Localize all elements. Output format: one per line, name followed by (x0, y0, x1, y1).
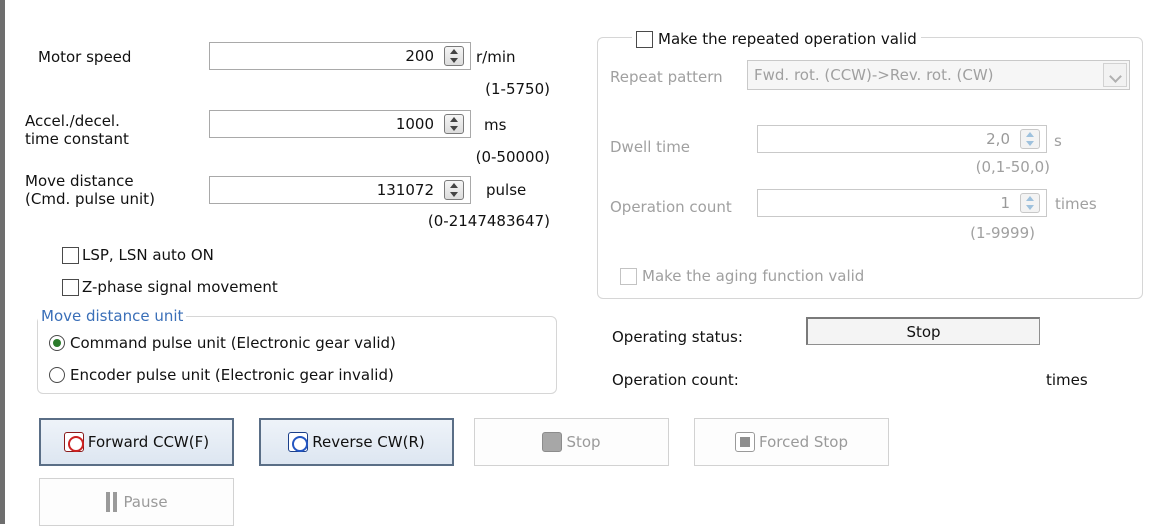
forced-stop-icon (735, 432, 755, 452)
repeat-pattern-select[interactable]: Fwd. rot. (CCW)->Rev. rot. (CW) (747, 60, 1130, 90)
operation-count-unit: times (1046, 371, 1088, 389)
aging-checkbox-row[interactable]: Make the aging function valid (620, 267, 864, 285)
pause-button[interactable]: Pause (39, 478, 234, 526)
operating-status-value: Stop (906, 322, 941, 341)
dwell-time-field[interactable]: 2,0 (757, 125, 1047, 153)
forced-stop-label: Forced Stop (759, 433, 848, 451)
aging-checkbox[interactable] (620, 267, 637, 285)
operation-count-field-range: (1-9999) (970, 224, 1035, 242)
operating-status-label: Operating status: (612, 328, 743, 346)
radio-encoder-pulse-dot[interactable] (49, 367, 65, 383)
move-distance-spinner[interactable] (444, 180, 464, 200)
accel-field[interactable]: 1000 (209, 110, 471, 138)
operation-count-label: Operation count: (612, 371, 739, 389)
repeat-checkbox-label: Make the repeated operation valid (658, 30, 917, 48)
radio-command-pulse-label: Command pulse unit (Electronic gear vali… (70, 334, 396, 352)
motor-speed-spinner[interactable] (444, 46, 464, 66)
move-distance-unit-title: Move distance unit (38, 307, 187, 325)
move-distance-unit: pulse (486, 181, 527, 199)
accel-range: (0-50000) (475, 148, 550, 166)
operation-count-spinner[interactable] (1020, 193, 1040, 213)
chevron-down-icon[interactable] (1103, 63, 1127, 87)
lsp-checkbox[interactable] (62, 246, 79, 264)
forward-ccw-label: Forward CCW(F) (87, 433, 210, 451)
accel-unit: ms (484, 116, 507, 134)
operating-status-box: Stop (806, 317, 1040, 345)
radio-encoder-pulse[interactable]: Encoder pulse unit (Electronic gear inva… (49, 366, 394, 384)
move-distance-field[interactable]: 131072 (209, 176, 471, 204)
accel-spinner[interactable] (444, 114, 464, 134)
forced-stop-button[interactable]: Forced Stop (694, 418, 889, 466)
repeat-pattern-label: Repeat pattern (610, 68, 723, 86)
repeat-checkbox[interactable] (636, 30, 653, 48)
lsp-checkbox-label: LSP, LSN auto ON (82, 246, 214, 264)
radio-command-pulse[interactable]: Command pulse unit (Electronic gear vali… (49, 334, 396, 352)
forward-rotation-icon (63, 432, 84, 452)
stop-icon (542, 432, 563, 452)
motor-speed-field[interactable]: 200 (209, 42, 471, 70)
reverse-rotation-icon (288, 432, 309, 452)
window-left-edge (0, 0, 5, 524)
motor-speed-value: 200 (405, 47, 434, 65)
lsp-checkbox-row[interactable]: LSP, LSN auto ON (62, 246, 214, 264)
forward-ccw-button[interactable]: Forward CCW(F) (39, 418, 234, 466)
zphase-checkbox[interactable] (62, 278, 79, 296)
move-distance-label-line1: Move distance (25, 172, 134, 190)
dwell-time-spinner[interactable] (1020, 129, 1040, 149)
dwell-time-value: 2,0 (986, 130, 1010, 148)
pause-label: Pause (123, 493, 168, 511)
motor-speed-unit: r/min (476, 48, 516, 66)
operation-count-field-unit: times (1055, 195, 1097, 213)
radio-command-pulse-dot[interactable] (49, 335, 65, 351)
move-distance-label-line2: (Cmd. pulse unit) (25, 190, 155, 208)
move-distance-value: 131072 (376, 181, 434, 199)
motor-speed-range: (1-5750) (485, 80, 550, 98)
zphase-checkbox-label: Z-phase signal movement (82, 278, 278, 296)
reverse-cw-label: Reverse CW(R) (312, 433, 425, 451)
accel-value: 1000 (395, 115, 434, 133)
zphase-checkbox-row[interactable]: Z-phase signal movement (62, 278, 278, 296)
reverse-cw-button[interactable]: Reverse CW(R) (259, 418, 454, 466)
radio-encoder-pulse-label: Encoder pulse unit (Electronic gear inva… (70, 366, 394, 384)
accel-label-line1: Accel./decel. (25, 112, 120, 130)
dwell-time-unit: s (1054, 132, 1062, 150)
accel-label-line2: time constant (25, 130, 129, 148)
stop-button[interactable]: Stop (474, 418, 669, 466)
operation-count-field-label: Operation count (610, 198, 732, 216)
aging-checkbox-label: Make the aging function valid (642, 267, 865, 285)
motor-speed-label: Motor speed (38, 48, 132, 66)
stop-label: Stop (566, 433, 601, 451)
dwell-time-label: Dwell time (610, 138, 691, 156)
pause-icon (105, 492, 119, 512)
operation-count-field[interactable]: 1 (757, 189, 1047, 217)
move-distance-range: (0-2147483647) (427, 212, 550, 230)
dwell-time-range: (0,1-50,0) (975, 158, 1050, 176)
repeat-pattern-value: Fwd. rot. (CCW)->Rev. rot. (CW) (754, 66, 994, 84)
operation-count-field-value: 1 (1000, 194, 1010, 212)
repeat-checkbox-row[interactable]: Make the repeated operation valid (632, 30, 921, 48)
